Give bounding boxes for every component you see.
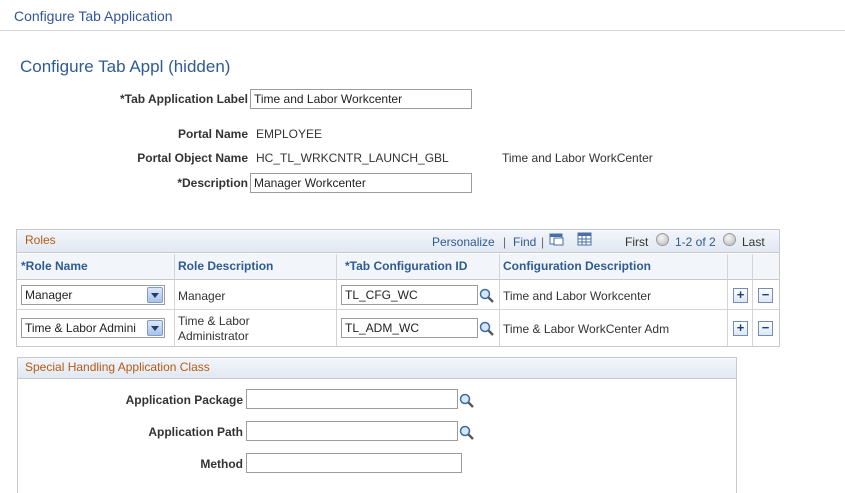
special-handling-title: Special Handling Application Class	[25, 360, 210, 374]
personalize-link[interactable]: Personalize	[432, 235, 495, 249]
application-package-input[interactable]	[246, 389, 458, 409]
tab-configuration-id-input[interactable]: TL_CFG_WC	[341, 285, 478, 305]
col-tab-configuration-id[interactable]: *Tab Configuration ID	[345, 259, 467, 273]
role-name-value: Time & Labor Admini	[25, 321, 136, 335]
portal-object-name-value: HC_TL_WRKCNTR_LAUNCH_GBL	[256, 151, 449, 165]
window-titlebar: Configure Tab Application	[0, 0, 845, 31]
role-name-select[interactable]: Manager	[21, 285, 165, 305]
portal-object-description: Time and Labor WorkCenter	[502, 151, 653, 165]
toolbar-separator-2: |	[541, 235, 545, 249]
grid-divider	[499, 254, 500, 346]
role-name-select[interactable]: Time & Labor Admini	[21, 318, 165, 338]
configuration-description: Time and Labor Workcenter	[503, 289, 652, 303]
magnifier-icon[interactable]	[479, 321, 495, 337]
application-path-input[interactable]	[246, 421, 458, 441]
description-label: *Description	[177, 176, 248, 190]
description-input[interactable]: Manager Workcenter	[250, 173, 472, 193]
grid-divider	[752, 254, 753, 346]
find-link[interactable]: Find	[513, 235, 536, 249]
page-title: Configure Tab Appl (hidden)	[20, 57, 231, 76]
role-description-line1: Time & Labor	[178, 314, 250, 328]
last-label: Last	[742, 235, 765, 249]
grid-divider	[727, 254, 728, 346]
window-title: Configure Tab Application	[14, 8, 173, 24]
add-row-button[interactable]: +	[733, 288, 748, 303]
magnifier-icon[interactable]	[459, 393, 475, 409]
grid-divider	[336, 254, 337, 346]
method-input[interactable]	[246, 453, 462, 473]
chevron-down-icon[interactable]	[147, 320, 163, 336]
grid-row-divider	[17, 309, 779, 310]
method-label: Method	[200, 457, 243, 471]
role-name-value: Manager	[25, 288, 73, 302]
tab-application-label-input[interactable]: Time and Labor Workcenter	[250, 89, 472, 109]
row-range: 1-2 of 2	[675, 235, 716, 249]
magnifier-icon[interactable]	[479, 288, 495, 304]
delete-row-button[interactable]: −	[758, 321, 773, 336]
role-description-line2: Administrator	[178, 329, 249, 343]
chevron-down-icon[interactable]	[147, 287, 163, 303]
configuration-description: Time & Labor WorkCenter Adm	[503, 322, 670, 336]
first-label: First	[625, 235, 649, 249]
delete-row-button[interactable]: −	[758, 288, 773, 303]
col-role-name[interactable]: *Role Name	[21, 259, 88, 273]
portal-name-label: Portal Name	[177, 127, 248, 141]
magnifier-icon[interactable]	[459, 425, 475, 441]
roles-grid-caption: Roles	[25, 233, 56, 247]
new-window-icon[interactable]	[549, 232, 565, 246]
application-path-label: Application Path	[148, 425, 243, 439]
spreadsheet-icon[interactable]	[577, 232, 592, 246]
prev-circle-icon[interactable]	[656, 233, 669, 246]
portal-object-name-label: Portal Object Name	[137, 151, 248, 165]
role-description: Manager	[178, 289, 226, 303]
portal-name-value: EMPLOYEE	[256, 127, 323, 141]
col-role-description[interactable]: Role Description	[178, 259, 273, 273]
toolbar-separator: |	[503, 235, 507, 249]
add-row-button[interactable]: +	[733, 321, 748, 336]
next-circle-icon[interactable]	[723, 233, 736, 246]
col-configuration-description[interactable]: Configuration Description	[503, 259, 651, 273]
tab-application-label-label: *Tab Application Label	[119, 92, 248, 106]
tab-configuration-id-input[interactable]: TL_ADM_WC	[341, 318, 478, 338]
application-package-label: Application Package	[125, 393, 243, 407]
grid-divider	[174, 254, 175, 346]
